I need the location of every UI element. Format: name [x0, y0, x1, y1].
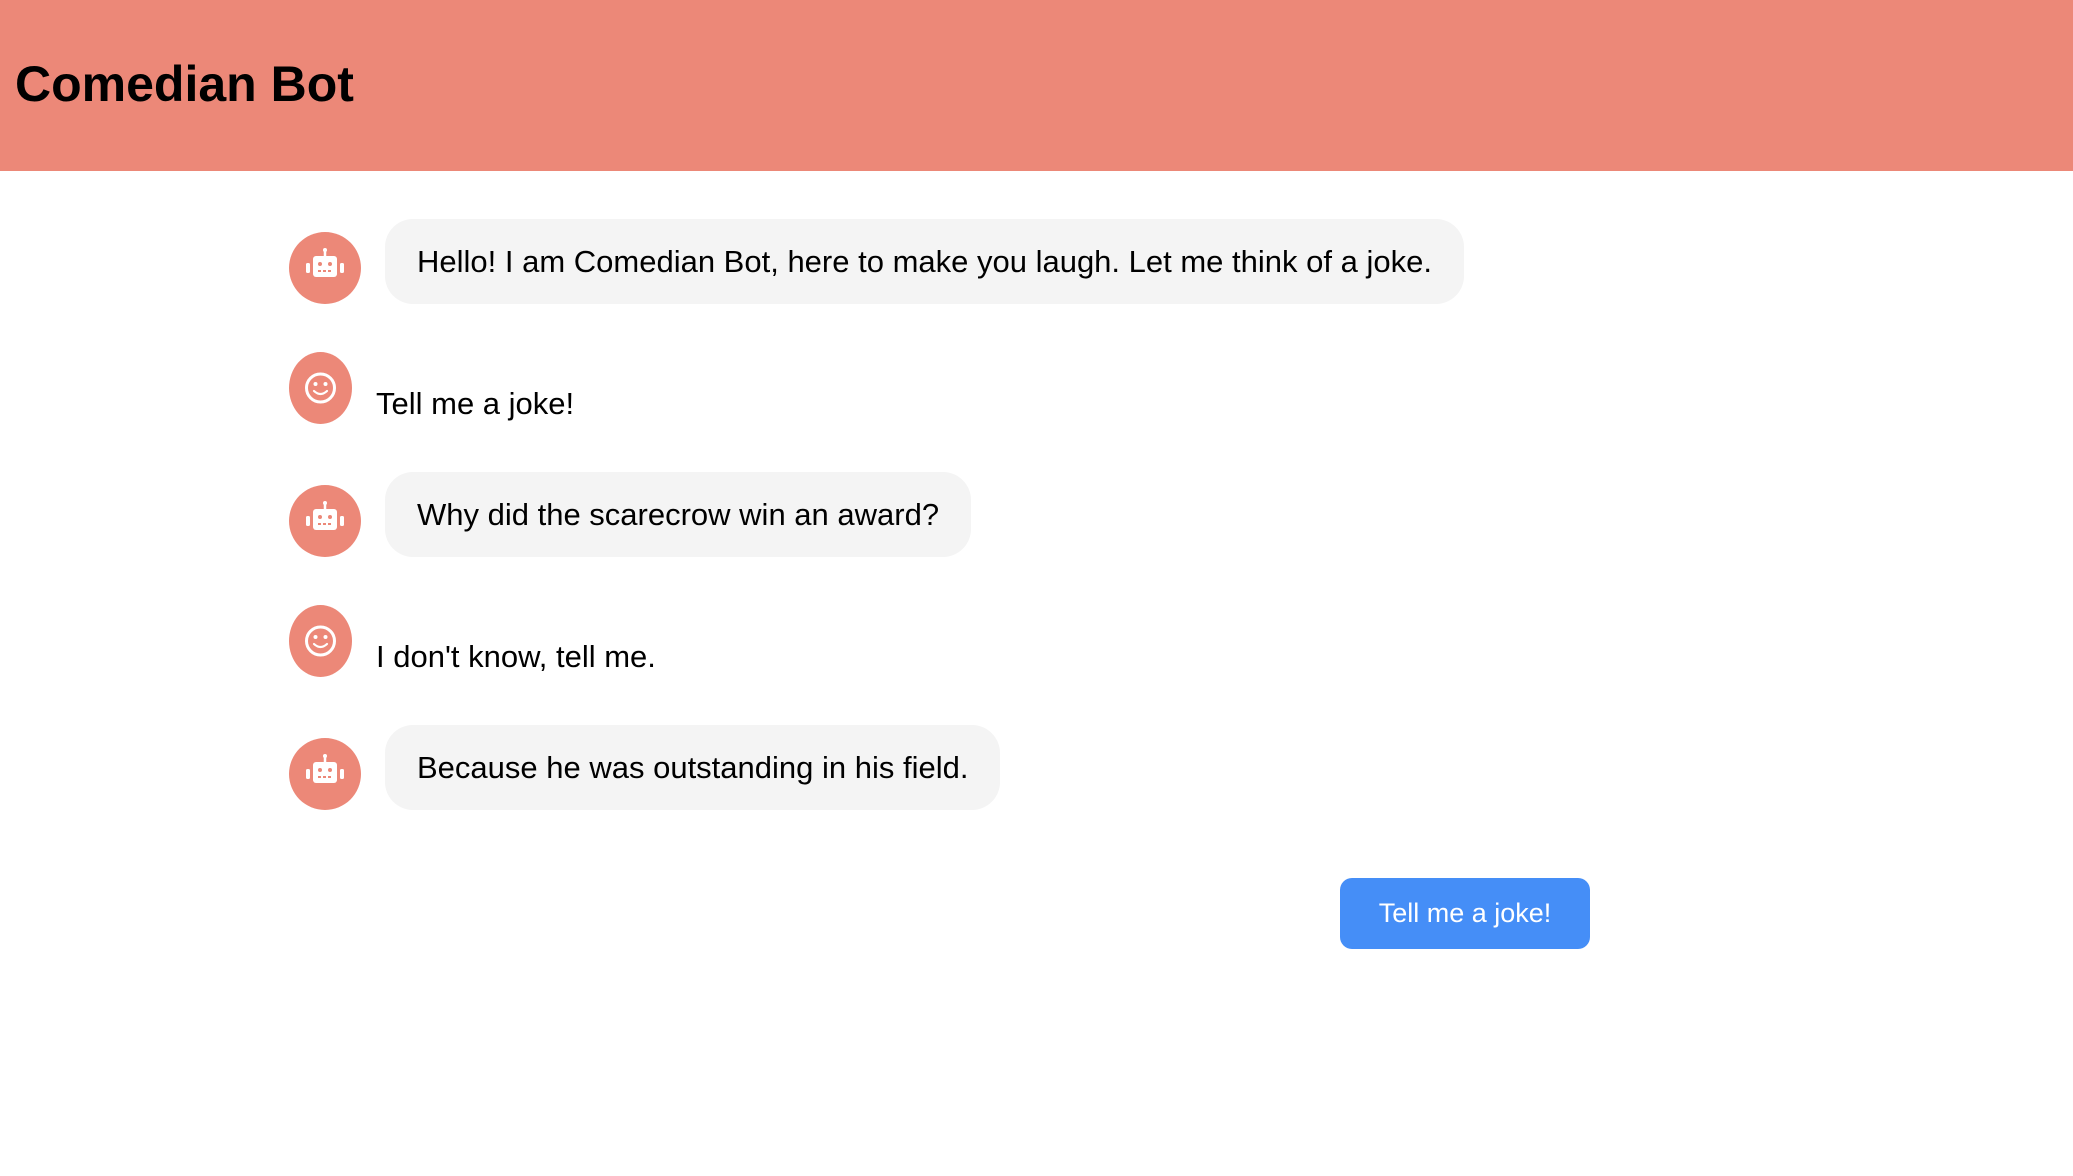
tell-joke-button[interactable]: Tell me a joke! — [1340, 878, 1590, 949]
bot-message-bubble: Why did the scarecrow win an award? — [385, 472, 972, 557]
user-avatar — [289, 352, 352, 424]
bot-avatar — [289, 232, 361, 304]
bot-avatar — [289, 485, 361, 557]
bot-avatar — [289, 738, 361, 810]
bot-message-bubble: Because he was outstanding in his field. — [385, 725, 1001, 810]
bot-message-bubble: Hello! I am Comedian Bot, here to make y… — [385, 219, 1464, 304]
robot-icon — [306, 501, 344, 530]
user-message-text: I don't know, tell me. — [376, 639, 656, 674]
robot-icon — [306, 754, 344, 783]
page-title: Comedian Bot — [15, 56, 354, 112]
app-header: Comedian Bot — [0, 0, 2073, 171]
smiley-face-icon — [305, 372, 336, 404]
smiley-face-icon — [305, 625, 336, 657]
robot-icon — [306, 248, 344, 277]
user-avatar — [289, 605, 352, 677]
user-message-text: Tell me a joke! — [376, 386, 575, 421]
